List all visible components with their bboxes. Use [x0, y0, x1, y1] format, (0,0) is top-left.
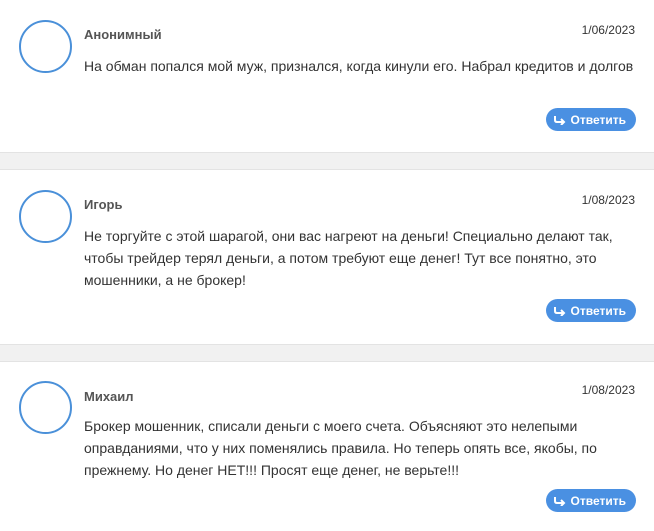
reply-label: Ответить: [570, 493, 626, 508]
reply-button[interactable]: Ответить: [545, 108, 636, 131]
comment-date: 1/08/2023: [581, 383, 635, 397]
reply-label: Ответить: [570, 303, 626, 318]
avatar: [19, 381, 72, 434]
comment-text: На обман попался мой муж, признался, ког…: [84, 58, 634, 74]
comment-author: Михаил: [84, 389, 134, 404]
avatar: [19, 20, 72, 73]
comment-card: Анонимный 1/06/2023 На обман попался мой…: [0, 0, 654, 152]
reply-button[interactable]: Ответить: [545, 489, 636, 512]
reply-label: Ответить: [570, 112, 626, 127]
reply-button[interactable]: Ответить: [545, 299, 636, 322]
reply-arrow-icon: [553, 306, 565, 316]
comment-text: Не торгуйте с этой шарагой, они вас нагр…: [84, 228, 613, 288]
comment-author: Анонимный: [84, 27, 162, 42]
comment-card: Михаил 1/08/2023 Брокер мошенник, списал…: [0, 362, 654, 531]
comment-date: 1/06/2023: [581, 23, 635, 37]
comment-text: Брокер мошенник, списали деньги с моего …: [84, 418, 597, 478]
comment-separator: [0, 344, 654, 362]
comment-date: 1/08/2023: [581, 193, 635, 207]
avatar: [19, 190, 72, 243]
comment-separator: [0, 152, 654, 170]
reply-arrow-icon: [553, 115, 565, 125]
comment-author: Игорь: [84, 197, 123, 212]
comment-card: Игорь 1/08/2023 Не торгуйте с этой шараг…: [0, 170, 654, 344]
reply-arrow-icon: [553, 496, 565, 506]
